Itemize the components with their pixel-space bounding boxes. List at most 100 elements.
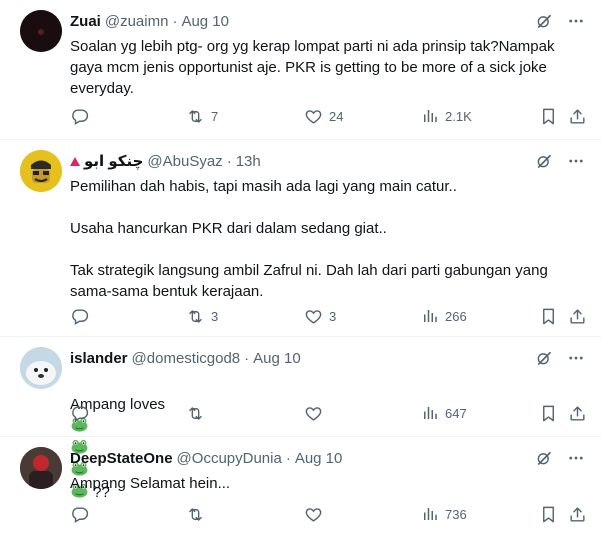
action-bar: 7 24 2.1K	[70, 106, 590, 126]
tweet-card[interactable]: DeepStateOne @OccupyDunia · Aug 10 Ampan…	[0, 437, 601, 538]
views-button[interactable]: 266	[421, 306, 467, 326]
tweet-top-actions	[535, 349, 585, 367]
like-button[interactable]	[304, 504, 329, 524]
views-button[interactable]: 647	[421, 403, 467, 423]
tweet-header: DeepStateOne @OccupyDunia · Aug 10	[70, 448, 342, 468]
like-button[interactable]: 3	[304, 306, 336, 326]
bookmark-button[interactable]	[539, 106, 558, 126]
user-handle[interactable]: @zuaimn	[105, 13, 169, 30]
tweet-card[interactable]: islander @domesticgod8 · Aug 10 Ampang l…	[0, 337, 601, 501]
action-bar: 736	[70, 504, 590, 524]
tweet-header: چنکو ابو @AbuSyaz · 13h	[70, 151, 261, 171]
grok-icon[interactable]	[535, 12, 553, 30]
like-count: 3	[329, 308, 337, 324]
views-button[interactable]: 2.1K	[421, 106, 472, 126]
tweet-card[interactable]: چنکو ابو @AbuSyaz · 13h Pemilihan dah ha…	[0, 140, 601, 337]
timeline: Zuai @zuaimn · Aug 10 Soalan yg lebih pt…	[0, 0, 601, 538]
reply-icon	[70, 307, 89, 326]
views-button[interactable]: 736	[421, 504, 467, 524]
reply-icon	[70, 107, 89, 126]
timestamp[interactable]: Aug 10	[181, 13, 229, 30]
view-count: 266	[445, 308, 467, 324]
red-triangle-icon	[70, 156, 80, 166]
share-button[interactable]	[568, 403, 587, 423]
reply-icon	[70, 404, 89, 423]
timestamp[interactable]: 13h	[236, 153, 261, 170]
views-icon	[421, 404, 439, 422]
tweet-header: Zuai @zuaimn · Aug 10	[70, 11, 229, 31]
timestamp[interactable]: Aug 10	[253, 350, 301, 367]
retweet-icon	[186, 404, 205, 423]
reply-button[interactable]	[70, 106, 95, 126]
display-name[interactable]: DeepStateOne	[70, 450, 173, 467]
like-button[interactable]: 24	[304, 106, 343, 126]
like-icon	[304, 404, 323, 423]
view-count: 2.1K	[445, 108, 472, 124]
views-icon	[421, 307, 439, 325]
tweet-top-actions	[535, 12, 585, 30]
separator-dot: ·	[244, 349, 250, 367]
retweet-icon	[186, 107, 205, 126]
share-icon	[568, 404, 587, 423]
retweet-icon	[186, 505, 205, 524]
timestamp[interactable]: Aug 10	[295, 450, 343, 467]
grok-icon[interactable]	[535, 152, 553, 170]
retweet-count: 3	[211, 308, 219, 324]
tweet-top-actions	[535, 449, 585, 467]
share-icon	[568, 307, 587, 326]
separator-dot: ·	[285, 449, 291, 467]
share-button[interactable]	[568, 504, 587, 524]
view-count: 736	[445, 506, 467, 522]
user-handle[interactable]: @OccupyDunia	[177, 450, 282, 467]
share-button[interactable]	[568, 106, 587, 126]
share-icon	[568, 505, 587, 524]
bookmark-button[interactable]	[539, 504, 558, 524]
like-button[interactable]	[304, 403, 329, 423]
tweet-top-actions	[535, 152, 585, 170]
display-name[interactable]: Zuai	[70, 13, 101, 30]
like-icon	[304, 505, 323, 524]
retweet-button[interactable]: 3	[186, 306, 218, 326]
avatar[interactable]	[20, 150, 62, 192]
separator-dot: ·	[226, 152, 232, 170]
user-handle[interactable]: @domesticgod8	[132, 350, 241, 367]
grok-icon[interactable]	[535, 449, 553, 467]
tweet-text: Soalan yg lebih ptg- org yg kerap lompat…	[70, 38, 555, 97]
bookmark-icon	[539, 107, 558, 126]
reply-button[interactable]	[70, 504, 95, 524]
retweet-button[interactable]	[186, 403, 211, 423]
retweet-icon	[186, 307, 205, 326]
user-handle[interactable]: @AbuSyaz	[147, 153, 222, 170]
share-icon	[568, 107, 587, 126]
views-icon	[421, 505, 439, 523]
reply-button[interactable]	[70, 306, 95, 326]
avatar[interactable]	[20, 447, 62, 489]
display-name[interactable]: islander	[70, 350, 128, 367]
like-icon	[304, 307, 323, 326]
display-name[interactable]: چنکو ابو	[84, 152, 143, 170]
bookmark-icon	[539, 404, 558, 423]
tweet-text: Pemilihan dah habis, tapi masih ada lagi…	[70, 178, 548, 300]
action-bar: 3 3 266	[70, 306, 590, 326]
tweet-text: Ampang Selamat hein...	[70, 475, 231, 492]
bookmark-button[interactable]	[539, 403, 558, 423]
more-icon[interactable]	[567, 152, 585, 170]
grok-icon[interactable]	[535, 349, 553, 367]
more-icon[interactable]	[567, 12, 585, 30]
view-count: 647	[445, 405, 467, 421]
retweet-count: 7	[211, 108, 219, 124]
avatar[interactable]	[20, 10, 62, 52]
reply-button[interactable]	[70, 403, 95, 423]
bookmark-icon	[539, 307, 558, 326]
retweet-button[interactable]: 7	[186, 106, 218, 126]
retweet-button[interactable]	[186, 504, 211, 524]
tweet-card[interactable]: Zuai @zuaimn · Aug 10 Soalan yg lebih pt…	[0, 0, 601, 140]
share-button[interactable]	[568, 306, 587, 326]
like-count: 24	[329, 108, 344, 124]
bookmark-icon	[539, 505, 558, 524]
more-icon[interactable]	[567, 349, 585, 367]
separator-dot: ·	[172, 12, 178, 30]
more-icon[interactable]	[567, 449, 585, 467]
bookmark-button[interactable]	[539, 306, 558, 326]
avatar[interactable]	[20, 347, 62, 389]
